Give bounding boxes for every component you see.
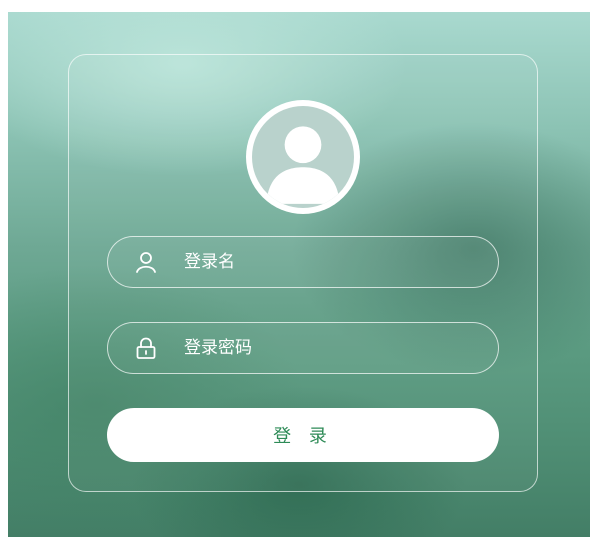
user-avatar-icon	[252, 106, 354, 208]
login-card: 登 录	[68, 54, 538, 492]
login-button[interactable]: 登 录	[107, 408, 499, 462]
lock-icon	[134, 336, 158, 360]
user-icon	[134, 250, 158, 274]
login-screen: 登 录	[8, 12, 590, 537]
password-field[interactable]	[107, 322, 499, 374]
password-input[interactable]	[184, 333, 474, 363]
username-input[interactable]	[184, 247, 474, 277]
avatar	[246, 100, 360, 214]
username-field[interactable]	[107, 236, 499, 288]
